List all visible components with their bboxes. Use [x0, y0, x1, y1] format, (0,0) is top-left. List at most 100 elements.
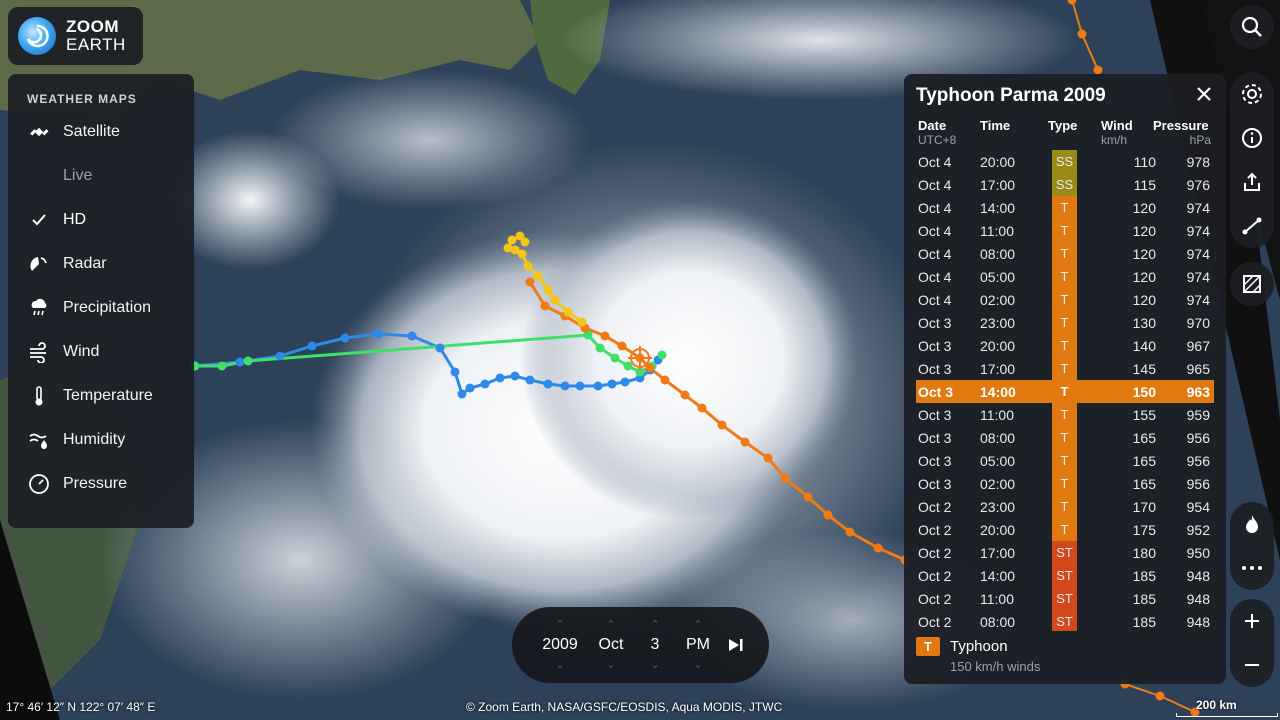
- measure-button[interactable]: [1230, 204, 1274, 248]
- track-point[interactable]: [435, 343, 445, 353]
- weather-map-item-satellite[interactable]: Satellite: [8, 110, 194, 154]
- attribution[interactable]: © Zoom Earth, NASA/GSFC/EOSDIS, Aqua MOD…: [466, 700, 782, 714]
- track-point[interactable]: [515, 231, 525, 241]
- track-point[interactable]: [243, 356, 253, 366]
- track-point[interactable]: [523, 261, 533, 271]
- track-point[interactable]: [560, 381, 570, 391]
- table-row[interactable]: Oct 2 11:00 ST 185 948: [916, 587, 1214, 610]
- chevron-down-icon[interactable]: ⌄: [650, 660, 659, 671]
- weather-map-item-live[interactable]: Live: [8, 154, 194, 198]
- zoom-in-button[interactable]: [1230, 599, 1274, 643]
- table-row[interactable]: Oct 3 02:00 T 165 956: [916, 472, 1214, 495]
- table-row[interactable]: Oct 3 08:00 T 165 956: [916, 426, 1214, 449]
- track-point[interactable]: [307, 341, 317, 351]
- track-point[interactable]: [450, 367, 460, 377]
- track-point[interactable]: [550, 295, 560, 305]
- zoom-out-button[interactable]: [1230, 643, 1274, 687]
- month-picker[interactable]: ⌃ Oct ⌄: [594, 607, 628, 683]
- track-point[interactable]: [563, 307, 573, 317]
- more-button[interactable]: [1230, 546, 1274, 590]
- jump-to-latest-button[interactable]: [726, 607, 746, 683]
- track-point[interactable]: [507, 235, 517, 245]
- search-button[interactable]: [1230, 5, 1274, 49]
- table-row[interactable]: Oct 4 14:00 T 120 974: [916, 196, 1214, 219]
- table-row[interactable]: Oct 4 17:00 SS 115 976: [916, 173, 1214, 196]
- chevron-down-icon[interactable]: ⌄: [606, 660, 615, 671]
- track-point[interactable]: [217, 361, 227, 371]
- share-button[interactable]: [1230, 160, 1274, 204]
- chevron-up-icon[interactable]: ⌃: [606, 620, 615, 631]
- track-point[interactable]: [533, 271, 543, 281]
- track-point[interactable]: [803, 492, 813, 502]
- track-point[interactable]: [517, 249, 527, 259]
- track-point[interactable]: [525, 375, 535, 385]
- fires-button[interactable]: [1230, 502, 1274, 546]
- chevron-up-icon[interactable]: ⌃: [693, 620, 702, 631]
- track-point[interactable]: [607, 379, 617, 389]
- track-point[interactable]: [595, 343, 605, 353]
- track-point[interactable]: [543, 379, 553, 389]
- track-point[interactable]: [495, 373, 505, 383]
- table-row[interactable]: Oct 2 14:00 ST 185 948: [916, 564, 1214, 587]
- storm-track-table[interactable]: Oct 4 20:00 SS 110 978 Oct 4 17:00 SS 115 976 Oct …: [916, 150, 1214, 631]
- table-row[interactable]: Oct 3 14:00 T 150 963: [916, 380, 1214, 403]
- table-row[interactable]: Oct 2 23:00 T 170 954: [916, 495, 1214, 518]
- area-button[interactable]: [1230, 262, 1274, 306]
- zoom-earth-logo[interactable]: ZOOM EARTH: [8, 7, 143, 65]
- ampm-picker[interactable]: ⌃ PM ⌄: [684, 607, 712, 683]
- chevron-up-icon[interactable]: ⌃: [555, 620, 564, 631]
- track-point[interactable]: [525, 277, 535, 287]
- track-point[interactable]: [275, 351, 285, 361]
- track-point[interactable]: [623, 361, 633, 371]
- track-point[interactable]: [465, 383, 475, 393]
- track-point[interactable]: [543, 285, 553, 295]
- track-point[interactable]: [235, 357, 245, 367]
- weather-map-item-hd[interactable]: HD: [8, 198, 194, 242]
- table-row[interactable]: Oct 4 02:00 T 120 974: [916, 288, 1214, 311]
- track-point[interactable]: [1077, 29, 1087, 39]
- close-button[interactable]: [1194, 84, 1214, 104]
- track-point[interactable]: [600, 331, 610, 341]
- track-point[interactable]: [1155, 691, 1165, 701]
- table-row[interactable]: Oct 4 11:00 T 120 974: [916, 219, 1214, 242]
- track-point[interactable]: [340, 333, 350, 343]
- table-row[interactable]: Oct 3 05:00 T 165 956: [916, 449, 1214, 472]
- track-point[interactable]: [620, 377, 630, 387]
- table-row[interactable]: Oct 4 08:00 T 120 974: [916, 242, 1214, 265]
- track-point[interactable]: [660, 375, 670, 385]
- table-row[interactable]: Oct 2 08:00 ST 185 948: [916, 610, 1214, 631]
- year-picker[interactable]: ⌃ 2009 ⌄: [540, 607, 580, 683]
- track-point[interactable]: [780, 473, 790, 483]
- track-point[interactable]: [610, 353, 620, 363]
- settings-button[interactable]: [1230, 72, 1274, 116]
- track-point[interactable]: [407, 331, 417, 341]
- track-point[interactable]: [823, 510, 833, 520]
- track-point[interactable]: [457, 389, 467, 399]
- track-point[interactable]: [540, 301, 550, 311]
- table-row[interactable]: Oct 2 20:00 T 175 952: [916, 518, 1214, 541]
- track-point[interactable]: [657, 350, 667, 360]
- table-row[interactable]: Oct 4 05:00 T 120 974: [916, 265, 1214, 288]
- table-row[interactable]: Oct 2 17:00 ST 180 950: [916, 541, 1214, 564]
- day-picker[interactable]: ⌃ 3 ⌄: [646, 607, 664, 683]
- track-point[interactable]: [575, 381, 585, 391]
- track-point[interactable]: [680, 390, 690, 400]
- table-row[interactable]: Oct 3 20:00 T 140 967: [916, 334, 1214, 357]
- track-point[interactable]: [717, 420, 727, 430]
- track-point[interactable]: [873, 543, 883, 553]
- track-point[interactable]: [373, 329, 383, 339]
- chevron-down-icon[interactable]: ⌄: [555, 660, 564, 671]
- chevron-up-icon[interactable]: ⌃: [650, 620, 659, 631]
- chevron-down-icon[interactable]: ⌄: [693, 660, 702, 671]
- track-point[interactable]: [740, 437, 750, 447]
- info-button[interactable]: [1230, 116, 1274, 160]
- track-point[interactable]: [593, 381, 603, 391]
- table-row[interactable]: Oct 3 17:00 T 145 965: [916, 357, 1214, 380]
- track-point[interactable]: [845, 527, 855, 537]
- weather-map-item-wind[interactable]: Wind: [8, 330, 194, 374]
- weather-map-item-pressure[interactable]: Pressure: [8, 462, 194, 506]
- track-point[interactable]: [480, 379, 490, 389]
- weather-map-item-humidity[interactable]: Humidity: [8, 418, 194, 462]
- track-point[interactable]: [577, 317, 587, 327]
- table-row[interactable]: Oct 3 23:00 T 130 970: [916, 311, 1214, 334]
